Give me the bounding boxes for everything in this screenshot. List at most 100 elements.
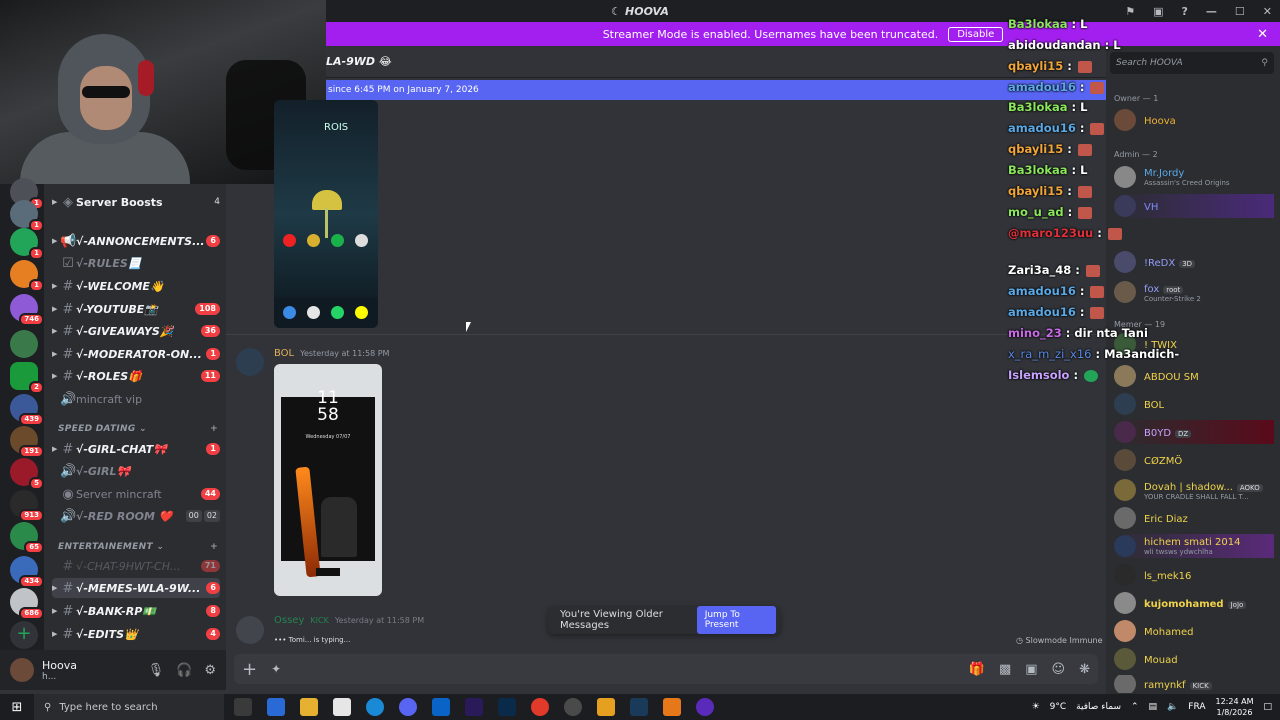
member-item[interactable]: ramynkf KICK [1114, 675, 1274, 693]
gear-icon[interactable]: ⚙ [204, 663, 216, 678]
member-item[interactable]: Mr.Jordy Assassin's Creed Origins [1114, 165, 1274, 189]
member-item[interactable]: ls_mek16 [1114, 563, 1274, 587]
channel-moderator[interactable]: ▶ # √-MODERATOR-ON... 1 [52, 344, 220, 364]
message-composer[interactable]: + ✦ 🎁 ▩ ▣ ☺ ❋ [234, 654, 1098, 684]
server-icon[interactable] [10, 330, 38, 358]
apps-icon[interactable]: ❋ [1079, 662, 1090, 677]
server-icon[interactable]: 65 [10, 522, 44, 554]
member-item[interactable]: Mouad [1114, 647, 1274, 671]
headphones-icon[interactable]: 🎧 [176, 663, 192, 678]
file-explorer-icon[interactable] [300, 698, 318, 716]
server-icon[interactable]: 913 [10, 490, 44, 522]
discord-icon[interactable] [399, 698, 417, 716]
network-icon[interactable]: ▤ [1149, 702, 1158, 712]
new-messages-bar[interactable]: since 6:45 PM on January 7, 2026 [326, 80, 1106, 100]
channel-server-mincraft[interactable]: ◉ Server mincraft 44 [52, 484, 220, 504]
app-icon[interactable] [663, 698, 681, 716]
avatar[interactable] [10, 658, 34, 682]
notifications-icon[interactable]: □ [1263, 702, 1272, 712]
server-icon[interactable]: 1 [10, 200, 44, 232]
message-image-phone-homescreen[interactable]: ROIS [274, 100, 378, 328]
add-channel-icon[interactable]: + [210, 424, 218, 440]
minimize-button[interactable]: — [1206, 5, 1217, 18]
disable-streamer-mode-button[interactable]: Disable [948, 26, 1004, 42]
steam-icon[interactable] [630, 698, 648, 716]
avatar[interactable] [236, 348, 264, 376]
channel-edits[interactable]: ▶ # √-EDITS👑 4 [52, 624, 220, 644]
server-icon[interactable]: 2 [10, 362, 44, 394]
member-item[interactable]: Hoova [1114, 108, 1274, 132]
obs-icon[interactable] [564, 698, 582, 716]
gif-icon[interactable]: ▩ [999, 662, 1011, 677]
chevron-up-icon[interactable]: ⌃ [1131, 702, 1139, 712]
message-image-phone-lockscreen[interactable]: 11 58 Wednesday 07/07 [274, 364, 382, 596]
channel-chat-9hwt[interactable]: # √-CHAT-9HWT-CH... 71 [52, 556, 220, 576]
app-icon[interactable] [597, 698, 615, 716]
member-item[interactable]: Eric Diaz [1114, 506, 1274, 530]
message-author[interactable]: BOL [274, 348, 294, 359]
channel-girl-chat[interactable]: ▶ # √-GIRL-CHAT🎀 1 [52, 439, 220, 459]
gift-icon[interactable]: 🎁 [969, 662, 985, 677]
member-item[interactable]: CØZMÖ [1114, 448, 1274, 472]
taskbar-clock[interactable]: 12:24 AM 1/8/2026 [1216, 696, 1254, 718]
channel-mincraft-vip[interactable]: 🔊 mincraft vip [52, 389, 220, 409]
channel-red-room[interactable]: 🔊 √-RED ROOM ❤️ 00 02 [52, 506, 220, 526]
app-icon[interactable] [696, 698, 714, 716]
channel-youtube[interactable]: ▶ # √-YOUTUBE📸 108 [52, 299, 220, 319]
screen-icon[interactable]: ▣ [1153, 5, 1163, 18]
server-icon[interactable]: 5 [10, 458, 44, 490]
server-icon[interactable]: 434 [10, 556, 44, 588]
outlook-icon[interactable] [432, 698, 450, 716]
channel-announcements[interactable]: ▶ 📢 √-ANNONCEMENTS... 6 [52, 231, 220, 251]
avatar[interactable] [236, 616, 264, 644]
notepad-icon[interactable] [333, 698, 351, 716]
maximize-button[interactable]: ☐ [1235, 5, 1245, 18]
microphone-icon[interactable]: 🎙 [148, 663, 165, 678]
channel-girl-voice[interactable]: 🔊 √-GIRL🎀 [52, 461, 220, 481]
premiere-icon[interactable] [465, 698, 483, 716]
member-item[interactable]: !ReDX 3D [1114, 250, 1274, 274]
channel-welcome[interactable]: ▶ # √-WELCOME👋 [52, 276, 220, 296]
category-speed-dating[interactable]: SPEED DATING ⌄ + [58, 424, 218, 440]
member-search-input[interactable]: Search HOOVA ⚲ [1110, 52, 1274, 74]
member-item[interactable]: kujomohamed JoJo [1114, 591, 1274, 615]
chrome-icon[interactable] [531, 698, 549, 716]
photoshop-icon[interactable] [498, 698, 516, 716]
channel-roles[interactable]: ▶ # √-ROLES🎁 11 [52, 366, 220, 386]
member-item[interactable]: Mohamed [1114, 619, 1274, 643]
add-server-button[interactable]: + [10, 621, 38, 649]
member-item[interactable]: B0YD DZ [1114, 420, 1274, 444]
task-view-icon[interactable] [234, 698, 252, 716]
jump-to-present-button[interactable]: Jump To Present [696, 606, 776, 634]
language-indicator[interactable]: FRA [1188, 702, 1205, 712]
close-icon[interactable]: ✕ [1257, 27, 1268, 42]
store-icon[interactable] [267, 698, 285, 716]
sparkle-icon[interactable]: ✦ [271, 662, 281, 676]
weather-temp[interactable]: 9°C [1050, 702, 1067, 712]
server-icon[interactable]: 1 [10, 228, 44, 260]
channel-rules[interactable]: ☑ √-RULES📃 [52, 253, 220, 273]
volume-icon[interactable]: 🔈 [1167, 702, 1178, 712]
member-item[interactable]: hichem smati 2014 wli twsws ydwchlha [1114, 534, 1274, 558]
inbox-icon[interactable]: ⚑ [1125, 5, 1135, 18]
member-item[interactable]: BOL [1114, 392, 1274, 416]
server-icon[interactable]: 746 [10, 294, 44, 326]
help-icon[interactable]: ? [1182, 5, 1188, 18]
edge-icon[interactable] [366, 698, 384, 716]
emoji-icon[interactable]: ☺ [1052, 662, 1066, 677]
server-icon[interactable]: 1 [10, 260, 44, 292]
taskbar-search-input[interactable]: ⚲ Type here to search [34, 694, 224, 720]
member-item[interactable]: Dovah | shadow... AOKO YOUR CRADLE SHALL F… [1114, 478, 1274, 502]
server-icon[interactable]: 191 [10, 426, 44, 458]
user-info[interactable]: Hoova h... [42, 659, 77, 682]
close-window-button[interactable]: ✕ [1263, 5, 1272, 18]
member-item[interactable]: ABDOU SM [1114, 364, 1274, 388]
channel-memes-selected[interactable]: ▶ # √-MEMES-WLA-9W... 6 [52, 578, 220, 598]
server-icon[interactable]: 686 [10, 588, 44, 620]
sticker-icon[interactable]: ▣ [1025, 662, 1037, 677]
server-icon[interactable]: 439 [10, 394, 44, 426]
channel-bank-rp[interactable]: ▶ # √-BANK-RP💵 8 [52, 601, 220, 621]
channel-giveaways[interactable]: ▶ # √-GIVEAWAYS🎉 36 [52, 321, 220, 341]
message-author[interactable]: Ossey [274, 615, 304, 626]
add-attachment-icon[interactable]: + [242, 659, 257, 680]
